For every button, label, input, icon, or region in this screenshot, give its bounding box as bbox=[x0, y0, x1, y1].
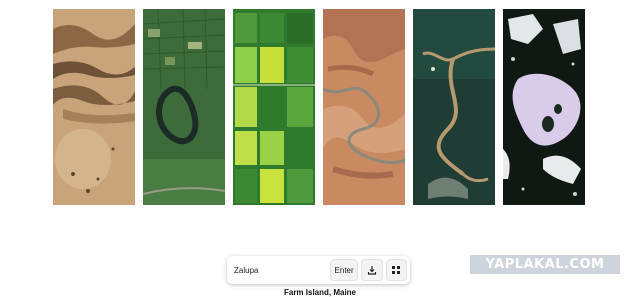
download-button[interactable] bbox=[361, 259, 383, 281]
search-bar: Enter bbox=[227, 256, 410, 284]
download-icon bbox=[367, 263, 377, 278]
arid-ridges-image bbox=[53, 9, 135, 205]
delta-river-image bbox=[413, 9, 495, 205]
grid-icon bbox=[391, 263, 401, 278]
enter-button[interactable]: Enter bbox=[330, 259, 359, 281]
oxbow-river-farmland-image bbox=[143, 9, 225, 205]
canyon-river-image bbox=[323, 9, 405, 205]
watermark: YAPLAKAL.COM bbox=[470, 255, 620, 274]
green-field-grid-image bbox=[233, 9, 315, 205]
snow-forest-image bbox=[503, 9, 585, 205]
grid-button[interactable] bbox=[385, 259, 407, 281]
search-input[interactable] bbox=[230, 259, 328, 281]
place-name: Farm Island, Maine bbox=[283, 288, 357, 297]
